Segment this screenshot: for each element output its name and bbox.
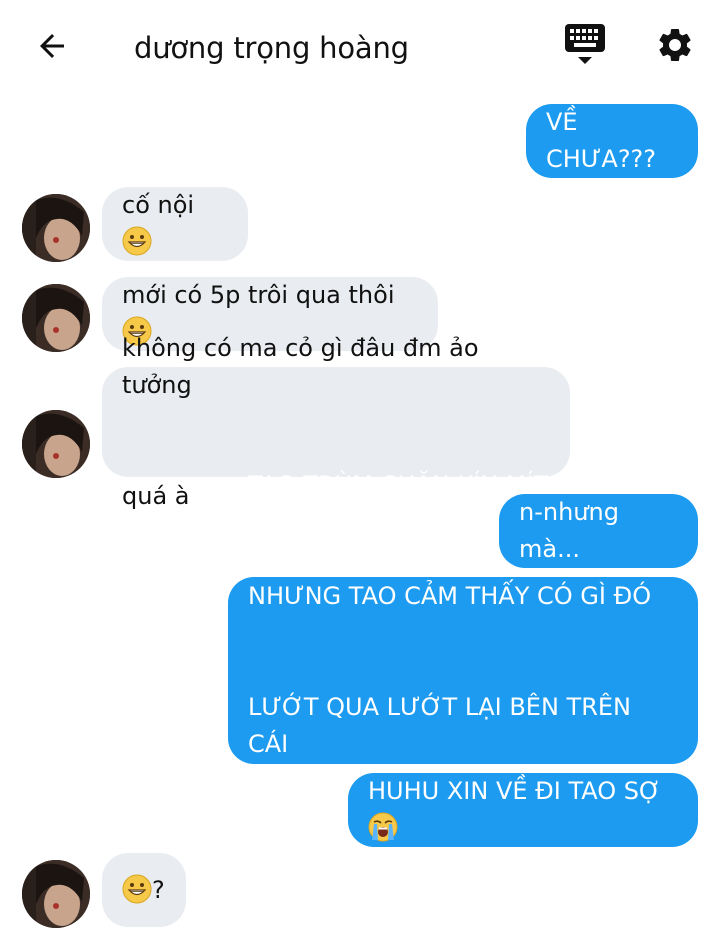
keyboard-icon: [565, 24, 605, 64]
message-line: TAO TRÙM CHĂN KÍN MÍT HẾT RỒI: [248, 471, 654, 499]
settings-button[interactable]: [650, 20, 700, 70]
chat-screen: dương trọng hoàng VỀ CHƯA??? cố nội mới …: [0, 0, 720, 936]
chat-header: dương trọng hoàng: [0, 0, 720, 92]
message-text: HUHU XIN VỀ ĐI TAO SỢ: [368, 773, 678, 847]
arrow-left-icon: [40, 34, 64, 58]
message-line: NHƯNG TAO CẢM THẤY CÓ GÌ ĐÓ: [248, 582, 652, 610]
gear-icon: [659, 28, 691, 61]
avatar[interactable]: [22, 860, 90, 928]
avatar[interactable]: [22, 194, 90, 262]
contact-photo: [22, 284, 90, 352]
conversation-title[interactable]: dương trọng hoàng: [134, 28, 409, 68]
message-outgoing[interactable]: HUHU XIN VỀ ĐI TAO SỢ: [348, 773, 698, 847]
loudly-crying-face-icon: [368, 812, 398, 842]
message-outgoing[interactable]: TAO TRÙM CHĂN KÍN MÍT HẾT RỒI NHƯNG TAO …: [228, 471, 698, 869]
contact-photo: [22, 860, 90, 928]
message-text: VỀ CHƯA???: [546, 108, 657, 173]
message-incoming[interactable]: cố nội: [102, 187, 248, 261]
grinning-face-icon: [122, 226, 152, 256]
message-text: TAO TRÙM CHĂN KÍN MÍT HẾT RỒI NHƯNG TAO …: [248, 393, 678, 936]
keyboard-button[interactable]: [560, 20, 610, 70]
contact-photo: [22, 194, 90, 262]
message-incoming[interactable]: ?: [102, 853, 186, 927]
message-outgoing[interactable]: VỀ CHƯA???: [526, 104, 698, 178]
avatar[interactable]: [22, 410, 90, 478]
message-line: LƯỚT QUA LƯỚT LẠI BÊN TRÊN CÁI: [248, 693, 639, 758]
back-button[interactable]: [30, 24, 74, 68]
grinning-face-icon: [122, 874, 152, 903]
avatar[interactable]: [22, 284, 90, 352]
message-text: ?: [122, 872, 165, 909]
message-text: cố nội: [122, 187, 228, 261]
contact-photo: [22, 410, 90, 478]
